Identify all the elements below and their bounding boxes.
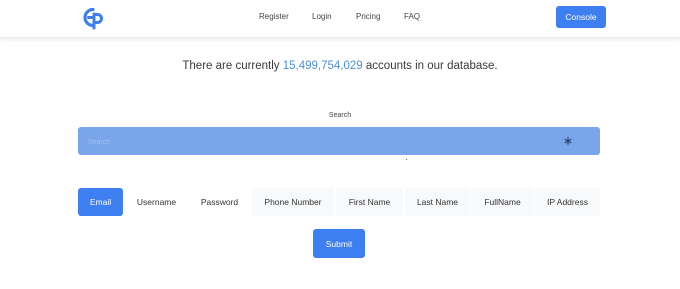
headline-prefix: There are currently	[182, 60, 283, 72]
divider-dot	[406, 159, 407, 160]
tab-email[interactable]: Email	[78, 188, 123, 216]
nav-pricing-link[interactable]: Pricing	[356, 12, 380, 21]
account-count: 15,499,754,029	[282, 60, 363, 72]
nav-register-link[interactable]: Register	[259, 12, 289, 21]
tab-fullname[interactable]: FullName	[471, 188, 534, 216]
search-input[interactable]	[88, 136, 548, 148]
nav-login-link[interactable]: Login	[312, 12, 332, 21]
asterisk-icon	[564, 137, 572, 145]
tab-phone-number[interactable]: Phone Number	[252, 188, 334, 216]
console-button[interactable]: Console	[556, 6, 606, 28]
tab-password[interactable]: Password	[189, 188, 250, 216]
account-count-headline: There are currently 15,499,754,029 accou…	[0, 60, 680, 72]
top-navbar: Register Login Pricing FAQ Console	[0, 0, 680, 38]
tab-ip-address[interactable]: IP Address	[535, 188, 600, 216]
nav-faq-link[interactable]: FAQ	[404, 12, 420, 21]
gp-logo-icon[interactable]	[80, 6, 104, 30]
tab-username[interactable]: Username	[125, 188, 188, 216]
tab-last-name[interactable]: Last Name	[405, 188, 470, 216]
tab-first-name[interactable]: First Name	[336, 188, 403, 216]
search-label: Search	[328, 112, 352, 119]
submit-button[interactable]: Submit	[313, 229, 365, 258]
headline-suffix: accounts in our database.	[362, 60, 498, 72]
